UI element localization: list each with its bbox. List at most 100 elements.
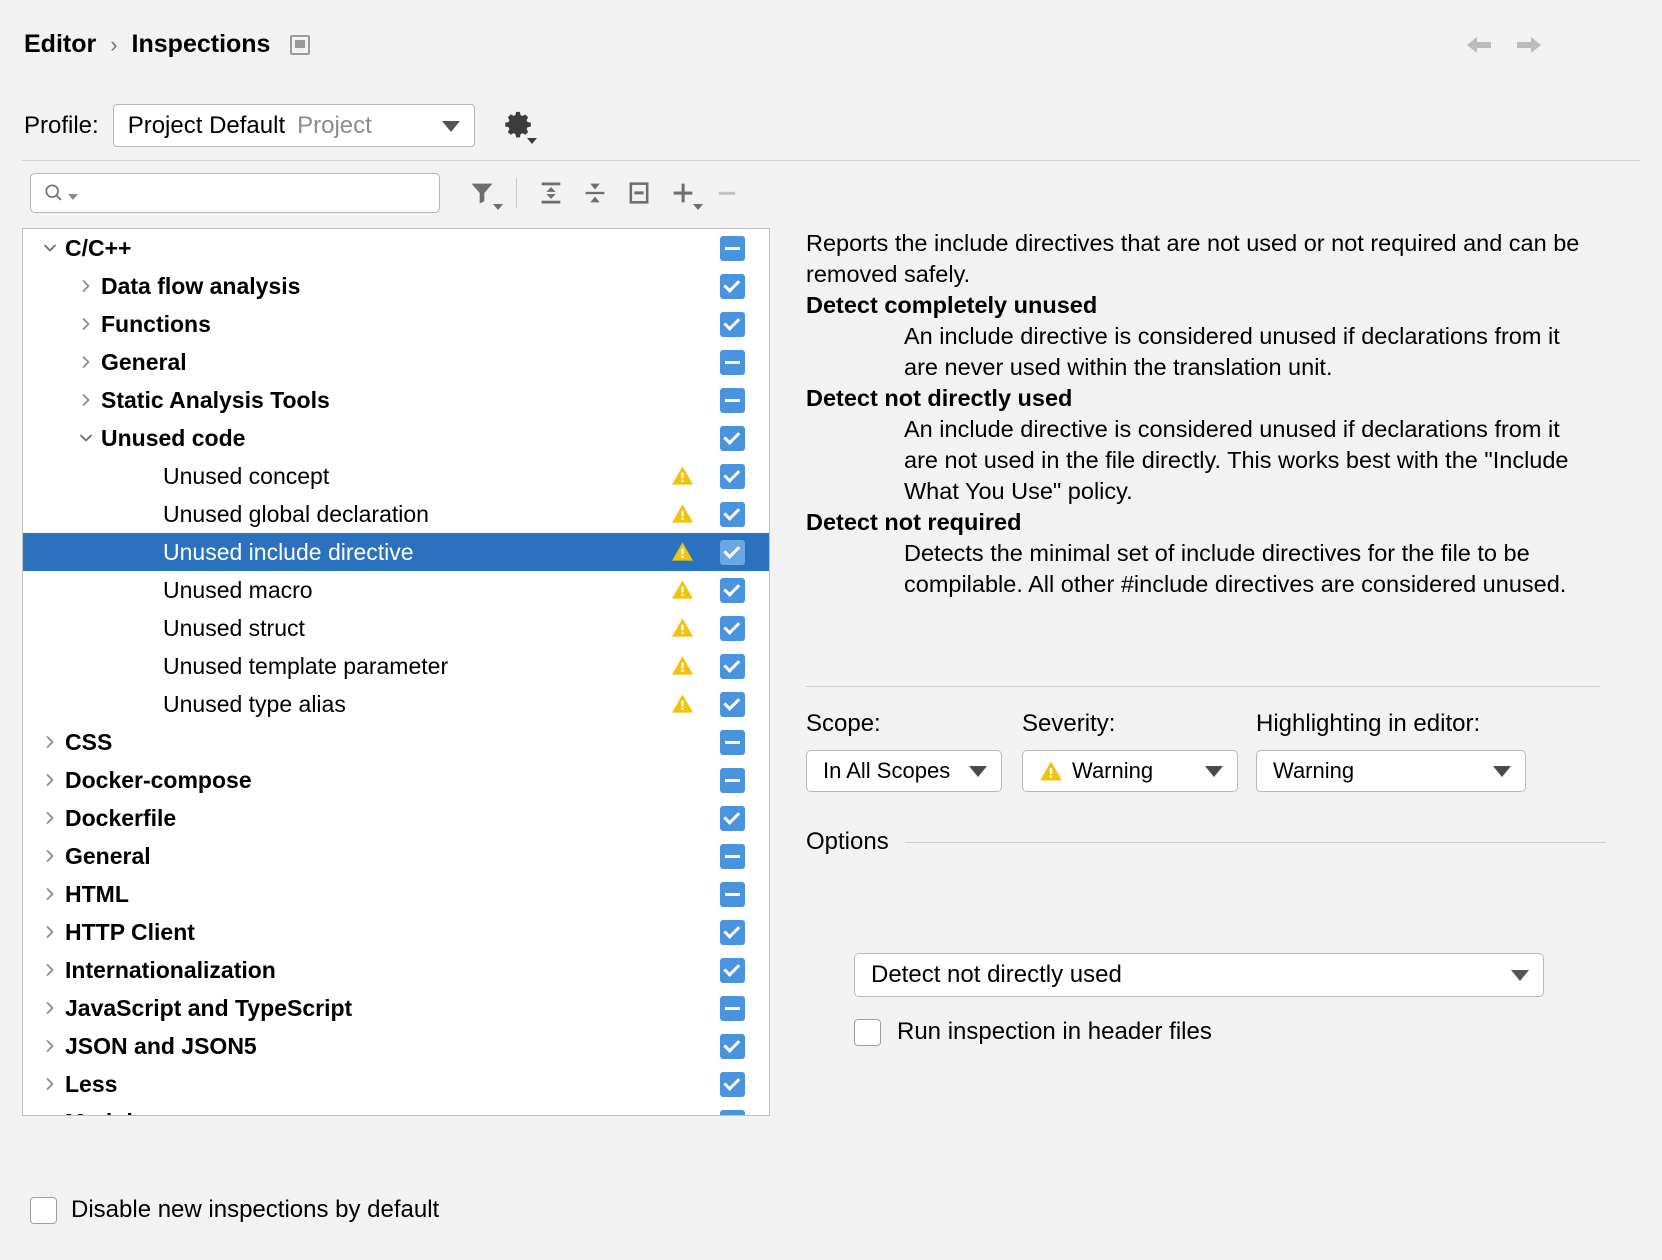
tree-row[interactable]: Internationalization: [23, 951, 769, 989]
tree-row-label: JSON and JSON5: [65, 1033, 257, 1060]
tree-row[interactable]: General: [23, 837, 769, 875]
tree-row[interactable]: Docker-compose: [23, 761, 769, 799]
scope-select[interactable]: In All Scopes: [806, 750, 1002, 792]
tree-row-label: C/C++: [65, 235, 131, 262]
disable-new-inspections-checkbox[interactable]: [30, 1197, 57, 1224]
tree-row-label: Dockerfile: [65, 805, 176, 832]
detect-mode-select[interactable]: Detect not directly used: [854, 953, 1544, 997]
tree-row[interactable]: Data flow analysis: [23, 267, 769, 305]
chevron-right-icon[interactable]: [71, 316, 101, 332]
gear-icon[interactable]: [501, 109, 535, 143]
chevron-right-icon[interactable]: [71, 354, 101, 370]
tree-row[interactable]: Functions: [23, 305, 769, 343]
collapse-all-icon[interactable]: [573, 173, 617, 213]
disable-new-inspections-row[interactable]: Disable new inspections by default: [30, 1196, 439, 1224]
tree-row-checkbox[interactable]: [720, 578, 745, 603]
run-in-header-files-row[interactable]: Run inspection in header files: [854, 1018, 1212, 1046]
tree-row[interactable]: HTML: [23, 875, 769, 913]
chevron-down-icon[interactable]: [35, 240, 65, 256]
search-input[interactable]: [84, 181, 414, 206]
chevron-down-icon[interactable]: [68, 194, 78, 200]
tree-row-checkbox[interactable]: [720, 502, 745, 527]
tree-row-checkbox[interactable]: [720, 654, 745, 679]
highlighting-value: Warning: [1273, 758, 1354, 784]
chevron-right-icon[interactable]: [71, 392, 101, 408]
tree-row-checkbox[interactable]: [720, 1072, 745, 1097]
tree-row-checkbox[interactable]: [720, 920, 745, 945]
chevron-right-icon[interactable]: [35, 1000, 65, 1016]
tree-row-selected[interactable]: Unused include directive: [23, 533, 769, 571]
tree-row[interactable]: General: [23, 343, 769, 381]
tree-row[interactable]: Markdown: [23, 1103, 769, 1116]
tree-row-checkbox[interactable]: [720, 882, 745, 907]
breadcrumb-item-inspections[interactable]: Inspections: [132, 30, 271, 59]
profile-select[interactable]: Project Default Project: [113, 104, 475, 147]
tree-row-label: Functions: [101, 311, 211, 338]
tree-row[interactable]: Unused global declaration: [23, 495, 769, 533]
expand-all-icon[interactable]: [529, 173, 573, 213]
chevron-right-icon[interactable]: [35, 886, 65, 902]
arrow-left-icon[interactable]: [1462, 28, 1496, 62]
tree-row-checkbox[interactable]: [720, 540, 745, 565]
tree-row[interactable]: Static Analysis Tools: [23, 381, 769, 419]
chevron-right-icon[interactable]: [35, 1076, 65, 1092]
inspections-tree[interactable]: C/C++Data flow analysisFunctionsGeneralS…: [22, 228, 770, 1116]
tree-row[interactable]: Unused macro: [23, 571, 769, 609]
window-icon[interactable]: [290, 35, 310, 55]
tree-row-checkbox[interactable]: [720, 426, 745, 451]
tree-row-checkbox[interactable]: [720, 692, 745, 717]
chevron-right-icon[interactable]: [35, 924, 65, 940]
tree-row-label: Unused macro: [163, 577, 313, 604]
chevron-down-icon[interactable]: [71, 430, 101, 446]
profile-qualifier: Project: [297, 112, 372, 140]
chevron-right-icon[interactable]: [35, 810, 65, 826]
tree-row-checkbox[interactable]: [720, 236, 745, 261]
run-in-header-files-checkbox[interactable]: [854, 1019, 881, 1046]
tree-row-checkbox[interactable]: [720, 350, 745, 375]
warning-triangle-icon: [671, 579, 694, 600]
tree-row-checkbox[interactable]: [720, 996, 745, 1021]
tree-row-checkbox[interactable]: [720, 616, 745, 641]
tree-row[interactable]: Unused code: [23, 419, 769, 457]
add-icon[interactable]: [661, 173, 705, 213]
chevron-right-icon[interactable]: [35, 848, 65, 864]
severity-select[interactable]: Warning: [1022, 750, 1238, 792]
tree-row-checkbox[interactable]: [720, 312, 745, 337]
tree-row-checkbox[interactable]: [720, 844, 745, 869]
severity-value: Warning: [1072, 758, 1153, 784]
tree-row[interactable]: Unused type alias: [23, 685, 769, 723]
options-section-header: Options: [806, 828, 1606, 856]
tree-row-checkbox[interactable]: [720, 1034, 745, 1059]
tree-row[interactable]: Unused concept: [23, 457, 769, 495]
tree-row-checkbox[interactable]: [720, 730, 745, 755]
chevron-right-icon[interactable]: [35, 772, 65, 788]
group-by-severity-icon[interactable]: [617, 173, 661, 213]
tree-row[interactable]: Unused template parameter: [23, 647, 769, 685]
filter-icon[interactable]: [460, 173, 504, 213]
tree-row[interactable]: JavaScript and TypeScript: [23, 989, 769, 1027]
tree-row[interactable]: C/C++: [23, 229, 769, 267]
tree-row-checkbox[interactable]: [720, 958, 745, 983]
arrow-right-icon[interactable]: [1512, 28, 1546, 62]
tree-row[interactable]: CSS: [23, 723, 769, 761]
tree-row[interactable]: Unused struct: [23, 609, 769, 647]
chevron-right-icon[interactable]: [35, 1114, 65, 1116]
breadcrumb-item-editor[interactable]: Editor: [24, 30, 96, 59]
chevron-right-icon[interactable]: [71, 278, 101, 294]
chevron-right-icon[interactable]: [35, 734, 65, 750]
chevron-right-icon[interactable]: [35, 962, 65, 978]
tree-row-checkbox[interactable]: [720, 806, 745, 831]
tree-row-checkbox[interactable]: [720, 1110, 745, 1116]
tree-row-checkbox[interactable]: [720, 274, 745, 299]
tree-row-checkbox[interactable]: [720, 388, 745, 413]
highlighting-select[interactable]: Warning: [1256, 750, 1526, 792]
tree-row[interactable]: Less: [23, 1065, 769, 1103]
tree-row-checkbox[interactable]: [720, 768, 745, 793]
tree-row[interactable]: JSON and JSON5: [23, 1027, 769, 1065]
tree-row-checkbox[interactable]: [720, 464, 745, 489]
search-field[interactable]: [30, 173, 440, 213]
tree-row[interactable]: HTTP Client: [23, 913, 769, 951]
tree-row[interactable]: Dockerfile: [23, 799, 769, 837]
chevron-right-icon[interactable]: [35, 1038, 65, 1054]
description-term: Detect completely unused: [806, 290, 1596, 321]
